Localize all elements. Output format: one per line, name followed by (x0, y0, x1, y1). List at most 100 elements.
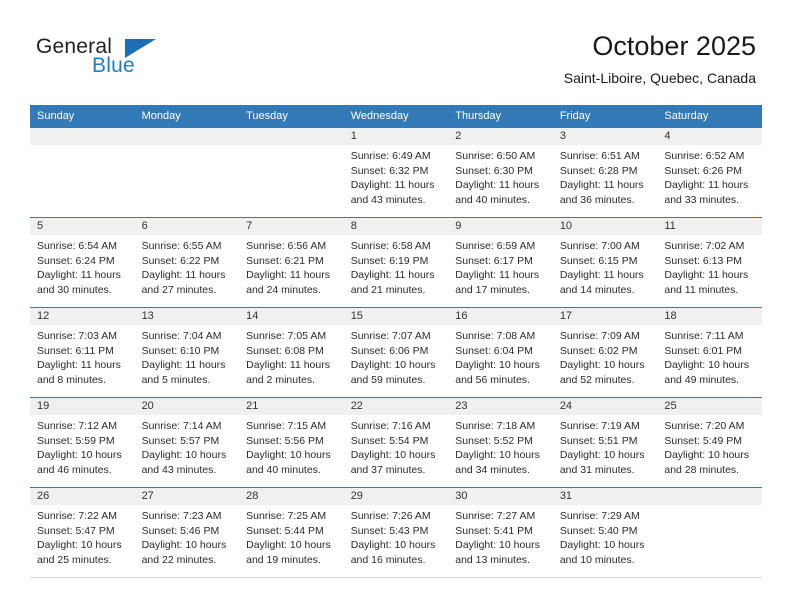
day-sunrise-text: Sunrise: 6:52 AM (664, 150, 745, 162)
calendar-day-cell[interactable]: 13 Sunrise: 7:04 AM Sunset: 6:10 PM Dayligh… (134, 307, 240, 398)
day-sunrise-text: Sunrise: 6:59 AM (455, 240, 536, 252)
day-daylight-line2-text: and 30 minutes. (37, 283, 112, 296)
calendar-day-cell[interactable]: 29 Sunrise: 7:26 AM Sunset: 5:43 PM Dayligh… (343, 487, 449, 578)
calendar-day-cell[interactable]: 8 Sunrise: 6:58 AM Sunset: 6:19 PM Daylight… (343, 217, 449, 308)
day-sun-info: Sunrise: 7:03 AM Sunset: 6:11 PM Daylight:… (30, 325, 135, 387)
calendar-day-cell[interactable]: 28 Sunrise: 7:25 AM Sunset: 5:44 PM Dayligh… (239, 487, 344, 578)
page-header: General Blue October 2025 Saint-Liboire,… (0, 0, 792, 100)
day-sun-info: Sunrise: 7:00 AM Sunset: 6:15 PM Daylight:… (553, 235, 658, 297)
day-number: 12 (30, 308, 135, 325)
day-sunset-text: Sunset: 6:11 PM (37, 344, 114, 357)
calendar-day-cell[interactable]: 15 Sunrise: 7:07 AM Sunset: 6:06 PM Dayligh… (343, 307, 449, 398)
day-sunset-text: Sunset: 5:46 PM (141, 524, 220, 537)
day-sun-info: Sunrise: 7:02 AM Sunset: 6:13 PM Daylight:… (657, 235, 762, 297)
day-sunrise-text: Sunrise: 6:58 AM (350, 240, 431, 252)
day-daylight-line1-text: Daylight: 11 hours (350, 269, 435, 281)
calendar-day-cell[interactable]: 7 Sunrise: 6:56 AM Sunset: 6:21 PM Daylight… (239, 217, 344, 308)
calendar-day-cell[interactable]: 1 Sunrise: 6:49 AM Sunset: 6:32 PM Daylight… (343, 127, 449, 218)
calendar-day-cell-empty (134, 127, 240, 218)
calendar-day-cell[interactable]: 3 Sunrise: 6:51 AM Sunset: 6:28 PM Daylight… (552, 127, 658, 218)
calendar-day-cell[interactable]: 26 Sunrise: 7:22 AM Sunset: 5:47 PM Dayligh… (30, 487, 135, 578)
day-number: 27 (134, 488, 240, 505)
day-number: 15 (343, 308, 449, 325)
day-daylight-line1-text: Daylight: 10 hours (37, 539, 122, 551)
calendar-day-cell[interactable]: 23 Sunrise: 7:18 AM Sunset: 5:52 PM Dayligh… (448, 397, 553, 488)
calendar-day-cell[interactable]: 16 Sunrise: 7:08 AM Sunset: 6:04 PM Dayligh… (448, 307, 553, 398)
day-daylight-line1-text: Daylight: 10 hours (455, 449, 540, 461)
day-sunset-text: Sunset: 6:10 PM (141, 344, 220, 357)
day-daylight-line2-text: and 10 minutes. (559, 553, 635, 566)
calendar-day-cell[interactable]: 10 Sunrise: 7:00 AM Sunset: 6:15 PM Dayligh… (552, 217, 658, 308)
day-sunrise-text: Sunrise: 7:29 AM (559, 510, 640, 522)
day-number (30, 128, 135, 145)
day-daylight-line1-text: Daylight: 10 hours (455, 539, 540, 551)
day-daylight-line2-text: and 33 minutes. (664, 193, 740, 206)
calendar-day-cell[interactable]: 27 Sunrise: 7:23 AM Sunset: 5:46 PM Dayligh… (134, 487, 240, 578)
calendar-day-cell[interactable]: 11 Sunrise: 7:02 AM Sunset: 6:13 PM Dayligh… (657, 217, 762, 308)
calendar-day-cell[interactable]: 30 Sunrise: 7:27 AM Sunset: 5:41 PM Dayligh… (448, 487, 553, 578)
day-sun-info: Sunrise: 7:08 AM Sunset: 6:04 PM Daylight:… (448, 325, 553, 387)
day-sunrise-text: Sunrise: 7:04 AM (141, 330, 222, 342)
day-daylight-line1-text: Daylight: 11 hours (37, 359, 121, 371)
calendar-day-cell[interactable]: 18 Sunrise: 7:11 AM Sunset: 6:01 PM Dayligh… (657, 307, 762, 398)
day-sunset-text: Sunset: 6:17 PM (455, 254, 533, 267)
calendar-week-row: 12 Sunrise: 7:03 AM Sunset: 6:11 PM Dayligh… (30, 307, 762, 398)
day-daylight-line1-text: Daylight: 11 hours (246, 359, 330, 371)
weekday-header-wednesday: Wednesday (343, 105, 449, 128)
calendar-day-cell[interactable]: 25 Sunrise: 7:20 AM Sunset: 5:49 PM Dayligh… (657, 397, 762, 488)
day-daylight-line1-text: Daylight: 11 hours (246, 269, 330, 281)
day-daylight-line1-text: Daylight: 11 hours (350, 179, 435, 191)
day-daylight-line1-text: Daylight: 10 hours (246, 449, 331, 461)
day-sunrise-text: Sunrise: 7:25 AM (246, 510, 327, 522)
day-sunset-text: Sunset: 6:01 PM (664, 344, 743, 357)
day-number: 16 (448, 308, 553, 325)
calendar-day-cell[interactable]: 17 Sunrise: 7:09 AM Sunset: 6:02 PM Dayligh… (552, 307, 658, 398)
calendar-table: Sunday Monday Tuesday Wednesday Thursday Frid… (30, 105, 762, 578)
day-number (657, 488, 762, 505)
calendar-day-cell[interactable]: 9 Sunrise: 6:59 AM Sunset: 6:17 PM Daylight… (448, 217, 553, 308)
calendar-day-cell[interactable]: 5 Sunrise: 6:54 AM Sunset: 6:24 PM Daylight… (30, 217, 135, 308)
general-blue-logo: General Blue (36, 36, 256, 86)
calendar-day-cell[interactable]: 4 Sunrise: 6:52 AM Sunset: 6:26 PM Daylight… (657, 127, 762, 218)
calendar-day-cell[interactable]: 19 Sunrise: 7:12 AM Sunset: 5:59 PM Dayligh… (30, 397, 135, 488)
day-sunrise-text: Sunrise: 7:08 AM (455, 330, 536, 342)
day-daylight-line1-text: Daylight: 10 hours (141, 539, 227, 551)
day-number: 8 (343, 218, 449, 235)
calendar-week-row: 26 Sunrise: 7:22 AM Sunset: 5:47 PM Dayligh… (30, 487, 762, 578)
day-number: 2 (448, 128, 553, 145)
calendar-day-cell[interactable]: 31 Sunrise: 7:29 AM Sunset: 5:40 PM Dayligh… (552, 487, 658, 578)
day-sun-info: Sunrise: 6:55 AM Sunset: 6:22 PM Daylight:… (135, 235, 240, 297)
calendar-day-cell[interactable]: 22 Sunrise: 7:16 AM Sunset: 5:54 PM Dayligh… (343, 397, 449, 488)
day-daylight-line1-text: Daylight: 11 hours (664, 179, 749, 191)
calendar-week-row: 19 Sunrise: 7:12 AM Sunset: 5:59 PM Dayligh… (30, 397, 762, 488)
page-title: October 2025 (592, 31, 756, 61)
day-number: 10 (552, 218, 658, 235)
day-sunrise-text: Sunrise: 7:05 AM (246, 330, 327, 342)
weekday-header-saturday: Saturday (657, 105, 762, 128)
day-daylight-line2-text: and 21 minutes. (350, 283, 426, 296)
calendar-day-cell[interactable]: 21 Sunrise: 7:15 AM Sunset: 5:56 PM Dayligh… (239, 397, 344, 488)
day-sunset-text: Sunset: 5:43 PM (350, 524, 429, 537)
day-number: 19 (30, 398, 135, 415)
calendar-day-cell[interactable]: 20 Sunrise: 7:14 AM Sunset: 5:57 PM Dayligh… (134, 397, 240, 488)
calendar-day-cell[interactable]: 14 Sunrise: 7:05 AM Sunset: 6:08 PM Dayligh… (239, 307, 344, 398)
day-number: 21 (239, 398, 344, 415)
calendar-day-cell[interactable]: 2 Sunrise: 6:50 AM Sunset: 6:30 PM Daylight… (448, 127, 553, 218)
calendar-day-cell[interactable]: 6 Sunrise: 6:55 AM Sunset: 6:22 PM Daylight… (134, 217, 240, 308)
day-sun-info: Sunrise: 7:11 AM Sunset: 6:01 PM Daylight:… (657, 325, 762, 387)
day-daylight-line2-text: and 8 minutes. (37, 373, 106, 386)
day-sunset-text: Sunset: 6:26 PM (664, 164, 743, 177)
day-number (239, 128, 344, 145)
day-sunrise-text: Sunrise: 7:20 AM (664, 420, 745, 432)
weekday-header-monday: Monday (134, 105, 240, 128)
calendar-day-cell[interactable]: 24 Sunrise: 7:19 AM Sunset: 5:51 PM Dayligh… (552, 397, 658, 488)
day-daylight-line2-text: and 36 minutes. (559, 193, 635, 206)
day-number: 11 (657, 218, 762, 235)
day-daylight-line1-text: Daylight: 10 hours (559, 359, 645, 371)
day-sunset-text: Sunset: 5:59 PM (37, 434, 115, 447)
day-sun-info: Sunrise: 6:51 AM Sunset: 6:28 PM Daylight:… (553, 145, 658, 207)
day-sunrise-text: Sunrise: 7:27 AM (455, 510, 536, 522)
calendar-day-cell[interactable]: 12 Sunrise: 7:03 AM Sunset: 6:11 PM Dayligh… (30, 307, 135, 398)
day-sunset-text: Sunset: 5:40 PM (559, 524, 638, 537)
weekday-header-thursday: Thursday (448, 105, 553, 128)
